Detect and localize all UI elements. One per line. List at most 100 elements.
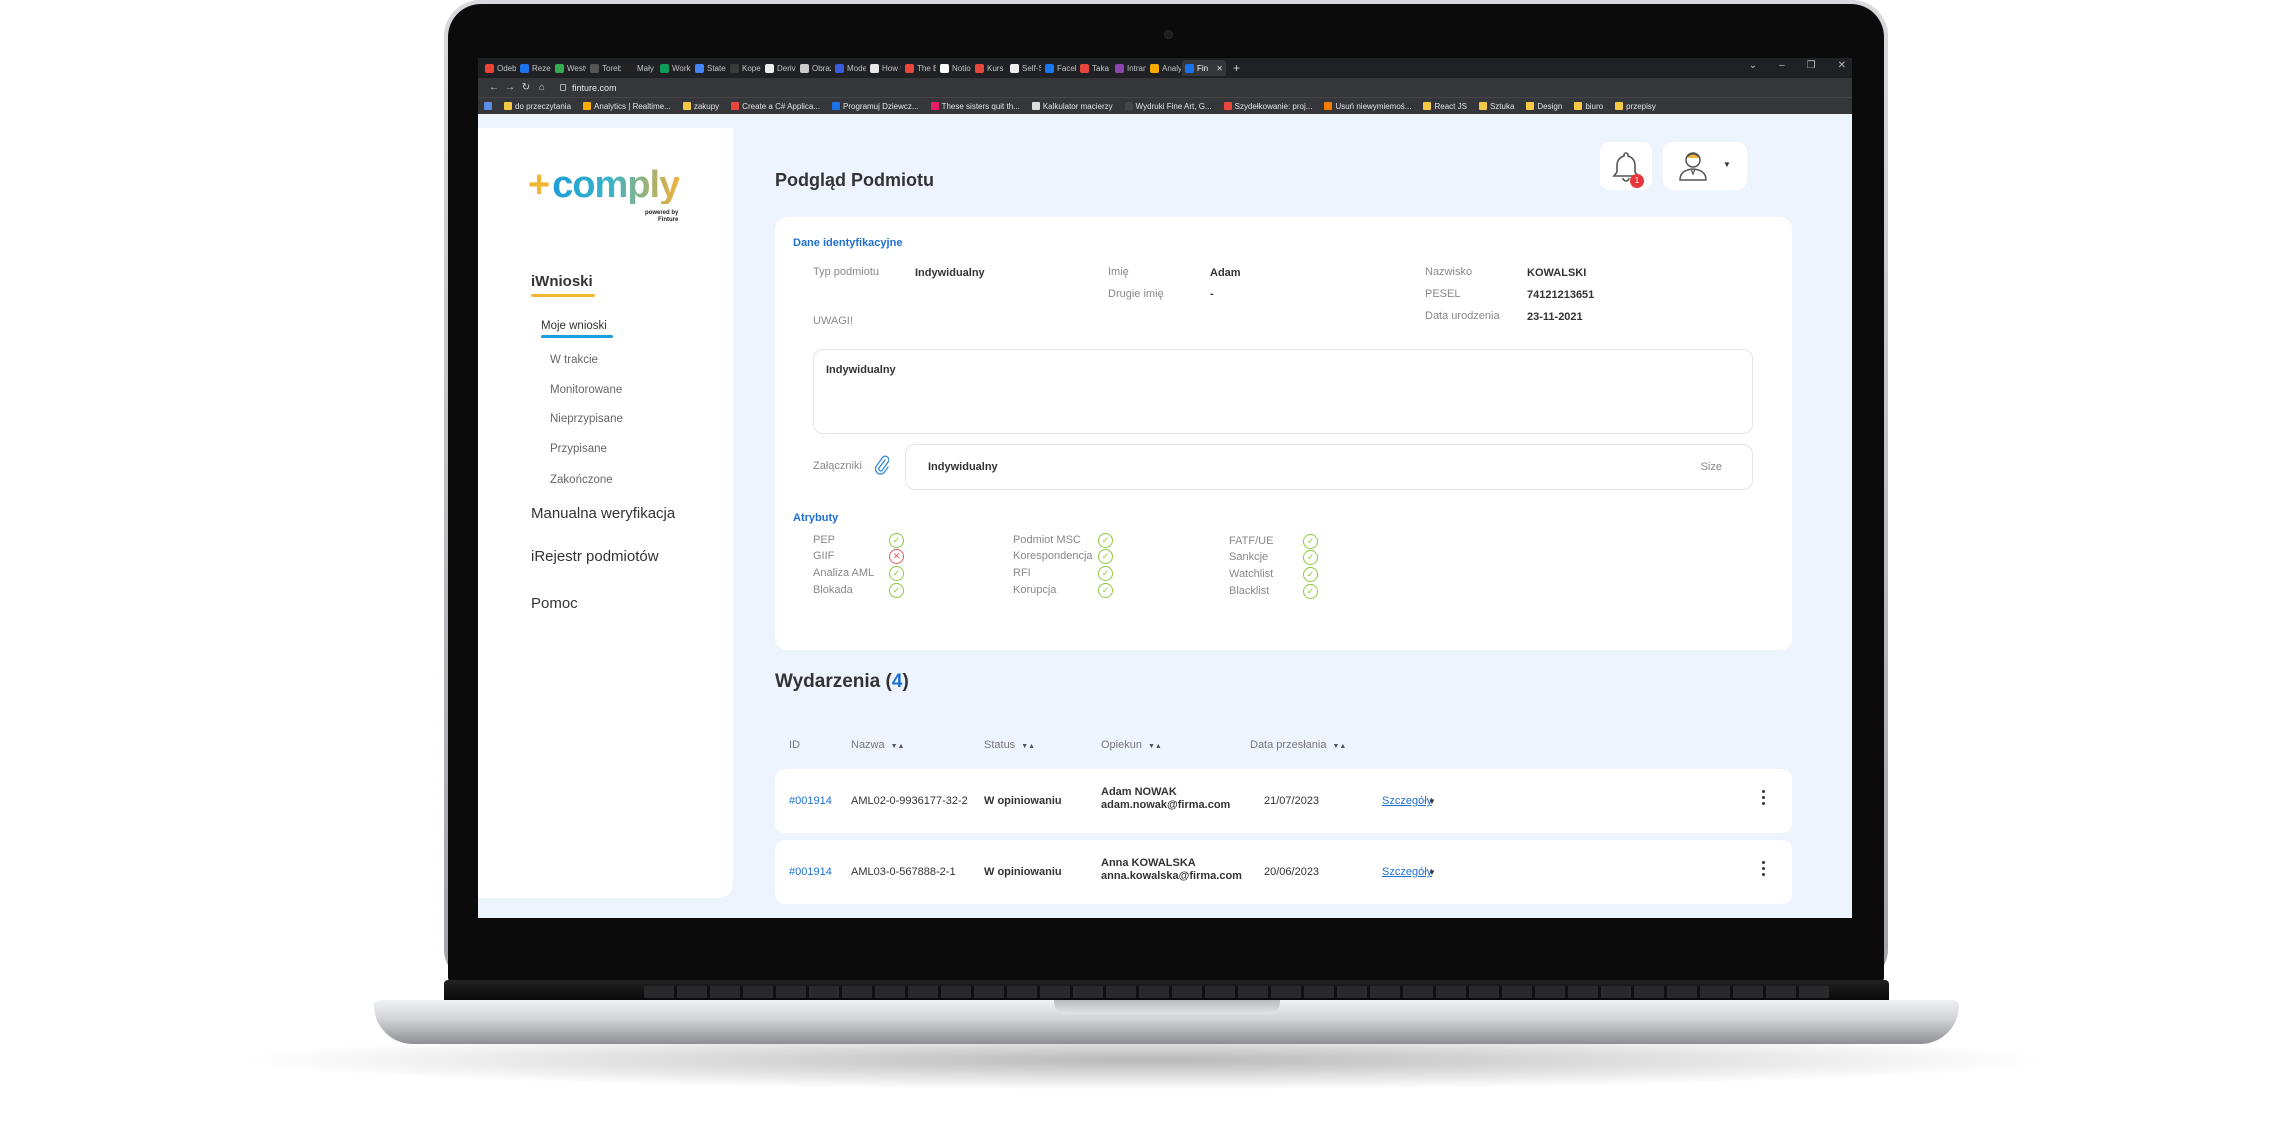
bookmark-item[interactable]: Kalkulator macierzy	[1031, 102, 1113, 111]
column-header-data[interactable]: Data przesłania ▼▲	[1250, 739, 1346, 751]
browser-tab[interactable]: How to	[867, 60, 901, 76]
browser-tab[interactable]: Taka p	[1077, 60, 1111, 76]
details-link[interactable]: Szczegóły	[1382, 795, 1432, 807]
bookmark-item[interactable]: Szydełkowanie: proj...	[1223, 102, 1312, 111]
bookmark-item[interactable]: Design	[1526, 102, 1562, 111]
tab-title[interactable]: Self-Sa	[1022, 64, 1041, 73]
tab-title[interactable]: Rezerv	[532, 64, 551, 73]
bookmark-item[interactable]: do przeczytania	[504, 102, 571, 111]
browser-tab[interactable]: Self-Sa	[1007, 60, 1041, 76]
tab-title[interactable]: Fin	[1197, 64, 1208, 73]
tab-title[interactable]: Staten	[707, 64, 726, 73]
browser-tab[interactable]: Analyt	[1147, 60, 1181, 76]
tab-title[interactable]: How to	[882, 64, 901, 73]
browser-tab[interactable]: Notion	[937, 60, 971, 76]
back-icon[interactable]: ←	[486, 82, 502, 93]
bookmark-label[interactable]: Usuń niewymiemoś...	[1335, 102, 1411, 111]
nav-item-monitorowane[interactable]: Monitorowane	[550, 384, 622, 396]
browser-tab[interactable]: Westw	[552, 60, 586, 76]
url-text[interactable]: finture.com	[572, 83, 617, 93]
tab-title[interactable]: Analyt	[1162, 64, 1181, 73]
tab-title[interactable]: Deriva	[777, 64, 796, 73]
tab-title[interactable]: Intran	[1127, 64, 1146, 73]
nav-item-nieprzypisane[interactable]: Nieprzypisane	[550, 413, 623, 425]
table-row[interactable]: #001914 AML02-0-9936177-32-2 W opiniowan…	[775, 769, 1792, 833]
more-options-icon[interactable]	[1762, 861, 1766, 877]
bookmark-item[interactable]: These sisters quit th...	[930, 102, 1020, 111]
sort-icon[interactable]: ▼▲	[1332, 743, 1346, 750]
sort-icon[interactable]: ▼▲	[1148, 743, 1162, 750]
bookmark-item[interactable]: React JS	[1423, 102, 1467, 111]
browser-tab[interactable]: Model	[832, 60, 866, 76]
sort-icon[interactable]: ▼▲	[891, 743, 905, 750]
bookmark-label[interactable]: zakupy	[694, 102, 719, 111]
notifications-button[interactable]: 1	[1600, 142, 1652, 190]
chevron-down-icon[interactable]: ▼	[1428, 797, 1436, 806]
nav-item-irejestr[interactable]: iRejestr podmiotów	[531, 548, 659, 565]
event-id-link[interactable]: #001914	[789, 866, 832, 878]
paperclip-icon[interactable]	[875, 455, 889, 475]
bookmark-item[interactable]: Usuń niewymiemoś...	[1324, 102, 1411, 111]
bookmark-item[interactable]: przepisy	[1615, 102, 1656, 111]
event-id-link[interactable]: #001914	[789, 795, 832, 807]
bookmark-item[interactable]: Programuj Dziewcz...	[832, 102, 919, 111]
tab-title[interactable]: Torebk	[602, 64, 621, 73]
column-header-id[interactable]: ID	[789, 739, 800, 751]
home-icon[interactable]: ⌂	[534, 82, 550, 93]
lock-icon[interactable]	[560, 84, 566, 91]
attachment-name[interactable]: Indywidualny	[928, 461, 998, 473]
bookmark-item[interactable]: Sztuka	[1478, 102, 1514, 111]
reload-icon[interactable]: ↻	[518, 82, 534, 93]
browser-tab[interactable]: Mały p	[622, 60, 656, 76]
bookmark-item[interactable]: zakupy	[682, 102, 719, 111]
uwagi-value[interactable]: Indywidualny	[826, 364, 896, 376]
column-header-opiekun[interactable]: Opiekun ▼▲	[1101, 739, 1162, 751]
tab-title[interactable]: Model	[847, 64, 866, 73]
nav-item-przypisane[interactable]: Przypisane	[550, 443, 607, 455]
table-row[interactable]: #001914 AML03-0-567888-2-1 W opiniowaniu…	[775, 840, 1792, 904]
nav-item-manualna-weryfikacja[interactable]: Manualna weryfikacja	[531, 505, 675, 522]
column-header-status[interactable]: Status ▼▲	[984, 739, 1035, 751]
nav-item-pomoc[interactable]: Pomoc	[531, 595, 578, 612]
browser-tab[interactable]: Deriva	[762, 60, 796, 76]
bookmark-label[interactable]: These sisters quit th...	[942, 102, 1020, 111]
tab-title[interactable]: Faceb	[1057, 64, 1076, 73]
attachment-item[interactable]: Indywidualny Size	[905, 444, 1753, 490]
tab-title[interactable]: Works	[672, 64, 691, 73]
bookmark-label[interactable]: biuro	[1585, 102, 1603, 111]
close-tab-icon[interactable]: ✕	[1216, 64, 1223, 73]
comply-logo[interactable]: + comply	[528, 166, 680, 204]
bookmark-label[interactable]: Programuj Dziewcz...	[843, 102, 919, 111]
details-link[interactable]: Szczegóły	[1382, 866, 1432, 878]
bookmark-label[interactable]: do przeczytania	[515, 102, 571, 111]
tab-title[interactable]: Kurs o	[987, 64, 1006, 73]
bookmark-item[interactable]: Create a C# Applica...	[731, 102, 820, 111]
browser-tab[interactable]: Staten	[692, 60, 726, 76]
more-options-icon[interactable]	[1762, 790, 1766, 806]
close-window-button[interactable]: ✕	[1838, 60, 1846, 71]
tab-search-icon[interactable]: ⌄	[1749, 60, 1757, 71]
browser-tab[interactable]: Works	[657, 60, 691, 76]
browser-tab[interactable]: Kurs o	[972, 60, 1006, 76]
apps-icon[interactable]	[484, 102, 492, 110]
bookmark-label[interactable]: Kalkulator macierzy	[1043, 102, 1113, 111]
bookmark-label[interactable]: Analytics | Realtime...	[594, 102, 671, 111]
browser-tab[interactable]: Fin ✕	[1182, 60, 1226, 76]
tab-title[interactable]: Odebr	[497, 64, 516, 73]
bookmark-label[interactable]: Create a C# Applica...	[742, 102, 820, 111]
bookmark-item[interactable]: Wydruki Fine Art, G...	[1124, 102, 1212, 111]
bookmark-item[interactable]: biuro	[1574, 102, 1603, 111]
bookmark-label[interactable]: Design	[1537, 102, 1562, 111]
nav-section-iwnioski[interactable]: iWnioski	[531, 273, 595, 297]
browser-tab[interactable]: Intran	[1112, 60, 1146, 76]
tab-title[interactable]: The Br	[917, 64, 936, 73]
nav-item-w-trakcie[interactable]: W trakcie	[550, 354, 598, 366]
nav-item-moje-wnioski[interactable]: Moje wnioski	[541, 320, 613, 338]
tab-title[interactable]: Notion	[952, 64, 971, 73]
nav-item-zakonczone[interactable]: Zakończone	[550, 474, 613, 486]
browser-tab[interactable]: Odebr	[482, 60, 516, 76]
maximize-button[interactable]: ❐	[1807, 60, 1816, 71]
column-header-nazwa[interactable]: Nazwa ▼▲	[851, 739, 904, 751]
browser-tab[interactable]: Torebk	[587, 60, 621, 76]
bookmark-label[interactable]: Wydruki Fine Art, G...	[1136, 102, 1212, 111]
